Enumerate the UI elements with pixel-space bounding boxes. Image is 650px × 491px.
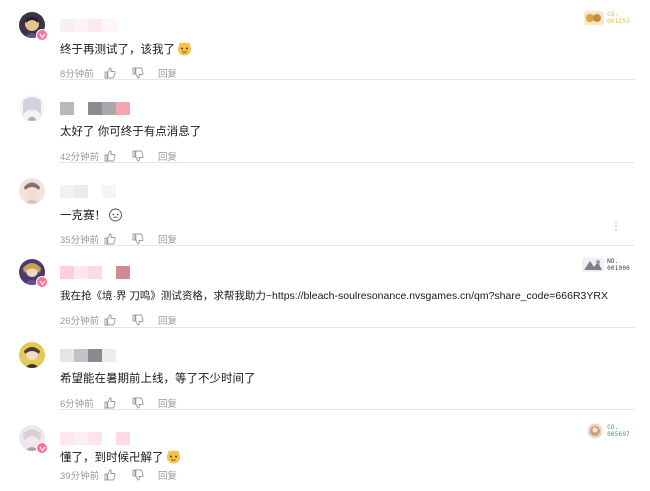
- comment-meta: 39分钟前 回复: [60, 468, 177, 482]
- fan-badge-prefix: NO.: [607, 258, 619, 265]
- comment-time: 42分钟前: [60, 152, 100, 163]
- comment-text: 懂了，到时候卍解了: [60, 449, 181, 466]
- divider: [60, 79, 635, 80]
- username-blurred[interactable]: [60, 432, 130, 445]
- fan-badge[interactable]: CO. 005697: [586, 423, 630, 439]
- comment-meta: 6分钟前 回复: [60, 396, 177, 410]
- avatar[interactable]: [19, 425, 48, 454]
- comment-text: 希望能在暑期前上线，等了不少时间了: [60, 373, 256, 385]
- dislike-icon[interactable]: [132, 149, 148, 163]
- comment-list: CO. 001251 终于再测试了，该我了 8分钟前 回复 太好了 你可终于有点…: [0, 0, 650, 491]
- username-blurred[interactable]: [60, 266, 130, 279]
- comment-time: 6分钟前: [60, 399, 94, 410]
- comment-time: 8分钟前: [60, 69, 94, 80]
- comment-time: 39分钟前: [60, 471, 100, 482]
- avatar[interactable]: [19, 259, 48, 288]
- comment-meta: 8分钟前 回复: [60, 66, 177, 80]
- like-icon[interactable]: [104, 313, 120, 327]
- sweat-face-emoji-icon: [109, 208, 122, 222]
- divider: [60, 245, 635, 246]
- dislike-icon[interactable]: [132, 232, 148, 246]
- like-icon[interactable]: [104, 396, 120, 410]
- avatar[interactable]: [19, 178, 45, 204]
- username-blurred[interactable]: [60, 185, 116, 198]
- comment-text: 终于再测试了，该我了: [60, 41, 192, 58]
- fan-badge-prefix: CO.: [607, 11, 619, 18]
- fan-badge-icon: [587, 423, 603, 439]
- fan-badge-number: 001251: [607, 18, 630, 25]
- fan-badge[interactable]: CO. 001251: [584, 11, 630, 25]
- username-blurred[interactable]: [60, 349, 116, 362]
- fan-badge[interactable]: NO. 001000: [582, 258, 630, 272]
- fan-badge-prefix: CO.: [607, 424, 619, 431]
- comment-meta: 35分钟前 回复: [60, 232, 177, 246]
- vip-badge-icon: [36, 29, 48, 41]
- comment-time: 35分钟前: [60, 235, 100, 246]
- reply-button[interactable]: 回复: [158, 468, 177, 482]
- cat-face-emoji-icon: [178, 42, 191, 56]
- like-icon[interactable]: [104, 149, 120, 163]
- avatar[interactable]: [19, 95, 45, 121]
- reply-button[interactable]: 回复: [158, 149, 177, 163]
- vip-badge-icon: [36, 442, 48, 454]
- comment-time: 26分钟前: [60, 316, 100, 327]
- divider: [60, 162, 635, 163]
- reply-button[interactable]: 回复: [158, 313, 177, 327]
- comment-item: CO. 005697 懂了，到时候卍解了 39分钟前 回复: [0, 423, 650, 491]
- divider: [60, 327, 635, 328]
- vip-badge-icon: [36, 276, 48, 288]
- comment-meta: 26分钟前 回复: [60, 313, 177, 327]
- like-icon[interactable]: [104, 66, 120, 80]
- dislike-icon[interactable]: [132, 66, 148, 80]
- fan-badge-number: 001000: [607, 265, 630, 272]
- fan-badge-number: 005697: [607, 431, 630, 438]
- dislike-icon[interactable]: [132, 468, 148, 482]
- more-options-icon[interactable]: ⋮: [611, 221, 621, 232]
- username-blurred[interactable]: [60, 19, 118, 32]
- comment-text: 太好了 你可终于有点消息了: [60, 126, 202, 138]
- fan-badge-icon: [584, 11, 605, 25]
- comment-item: CO. 001251 终于再测试了，该我了 8分钟前 回复: [0, 11, 650, 80]
- divider: [60, 409, 635, 410]
- avatar[interactable]: [19, 12, 48, 41]
- comment-item: NO. 001000 我在抢《境·界 刀鸣》测试资格，求帮我助力~https:/…: [0, 258, 650, 327]
- like-icon[interactable]: [104, 468, 120, 482]
- reply-button[interactable]: 回复: [158, 396, 177, 410]
- comment-item: 希望能在暑期前上线，等了不少时间了 6分钟前 回复: [0, 342, 650, 410]
- reply-button[interactable]: 回复: [158, 232, 177, 246]
- reply-button[interactable]: 回复: [158, 66, 177, 80]
- comment-text: 我在抢《境·界 刀鸣》测试资格，求帮我助力~https://bleach-sou…: [60, 290, 608, 302]
- comment-meta: 42分钟前 回复: [60, 149, 177, 163]
- username-blurred[interactable]: [60, 102, 130, 115]
- cat-face-emoji-icon: [166, 450, 180, 464]
- like-icon[interactable]: [104, 232, 120, 246]
- avatar[interactable]: [19, 342, 45, 368]
- comment-item: 一克赛！ ⋮ 35分钟前 回复: [0, 178, 650, 246]
- dislike-icon[interactable]: [132, 313, 148, 327]
- comment-item: 太好了 你可终于有点消息了 42分钟前 回复: [0, 95, 650, 163]
- fan-badge-icon: [582, 258, 605, 272]
- comment-text: 一克赛！: [60, 207, 123, 224]
- dislike-icon[interactable]: [132, 396, 148, 410]
